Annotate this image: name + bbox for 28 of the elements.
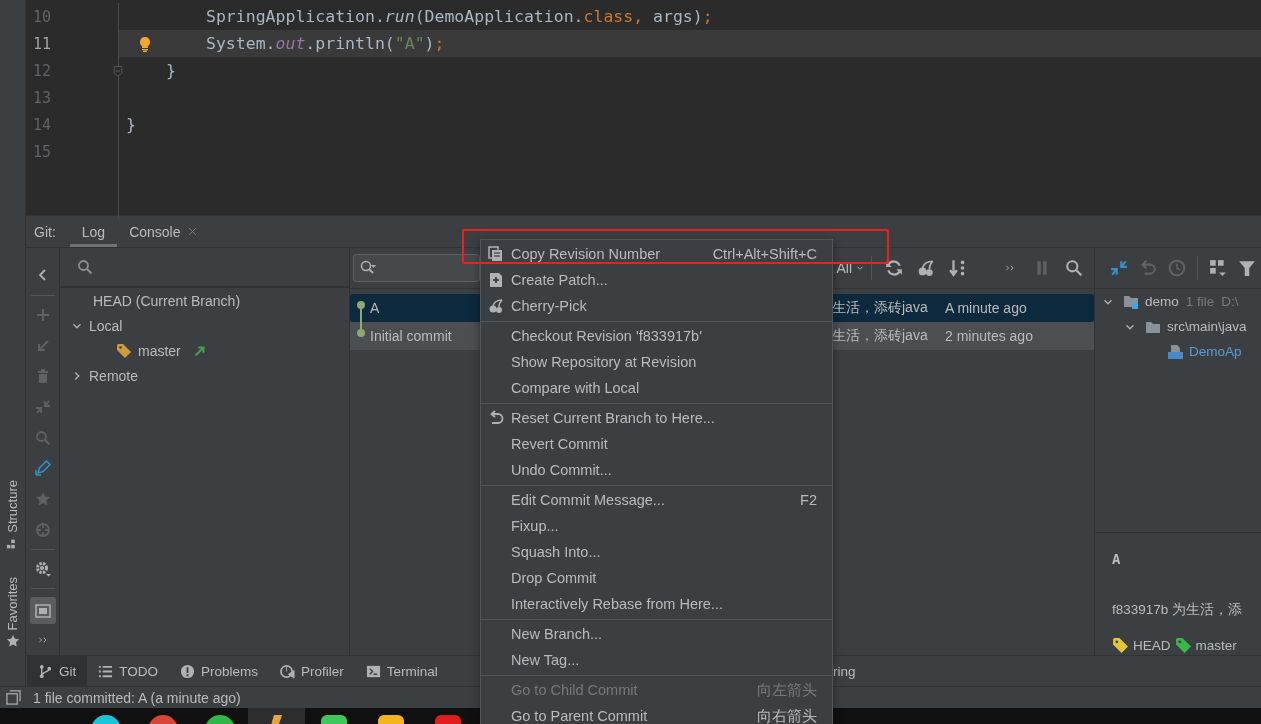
code-line: SpringApplication.run(DemoApplication.class, args); [206, 7, 713, 26]
panel-title: Git: [34, 223, 56, 240]
commit-subject: Initial commit [370, 328, 452, 344]
line-number: 12 [33, 61, 52, 80]
code-line: System.out.println("A"); [206, 34, 445, 53]
commit-subject: A [370, 300, 380, 316]
file-path: D:\ [1221, 294, 1239, 309]
commit-author: 生活，添砖java [832, 299, 928, 317]
code-line: } [126, 115, 136, 134]
line-number: 13 [33, 88, 52, 107]
file-count: 1 file [1185, 294, 1215, 309]
shortcut-label: 向右箭头 [757, 706, 817, 724]
shortcut-label: F2 [800, 492, 817, 508]
line-number: 10 [33, 7, 52, 26]
commit-hash: f833917b 为生活，添 [1112, 601, 1244, 619]
ref-label: master [1195, 638, 1237, 653]
line-number: 15 [33, 142, 52, 161]
line-number: 11 [33, 34, 52, 53]
commit-date: A minute ago [945, 300, 1027, 316]
line-number: 14 [33, 115, 52, 134]
shortcut-label: Ctrl+Alt+Shift+C [712, 246, 817, 262]
code-line: } [166, 61, 176, 80]
status-text: 1 file committed: A (a minute ago) [33, 689, 241, 706]
commit-date: 2 minutes ago [945, 328, 1033, 344]
commit-title: A [1112, 551, 1122, 569]
ref-label: HEAD [1133, 638, 1171, 653]
shortcut-label: 向左箭头 [757, 680, 817, 700]
commit-author: 生活，添砖java [832, 327, 928, 345]
